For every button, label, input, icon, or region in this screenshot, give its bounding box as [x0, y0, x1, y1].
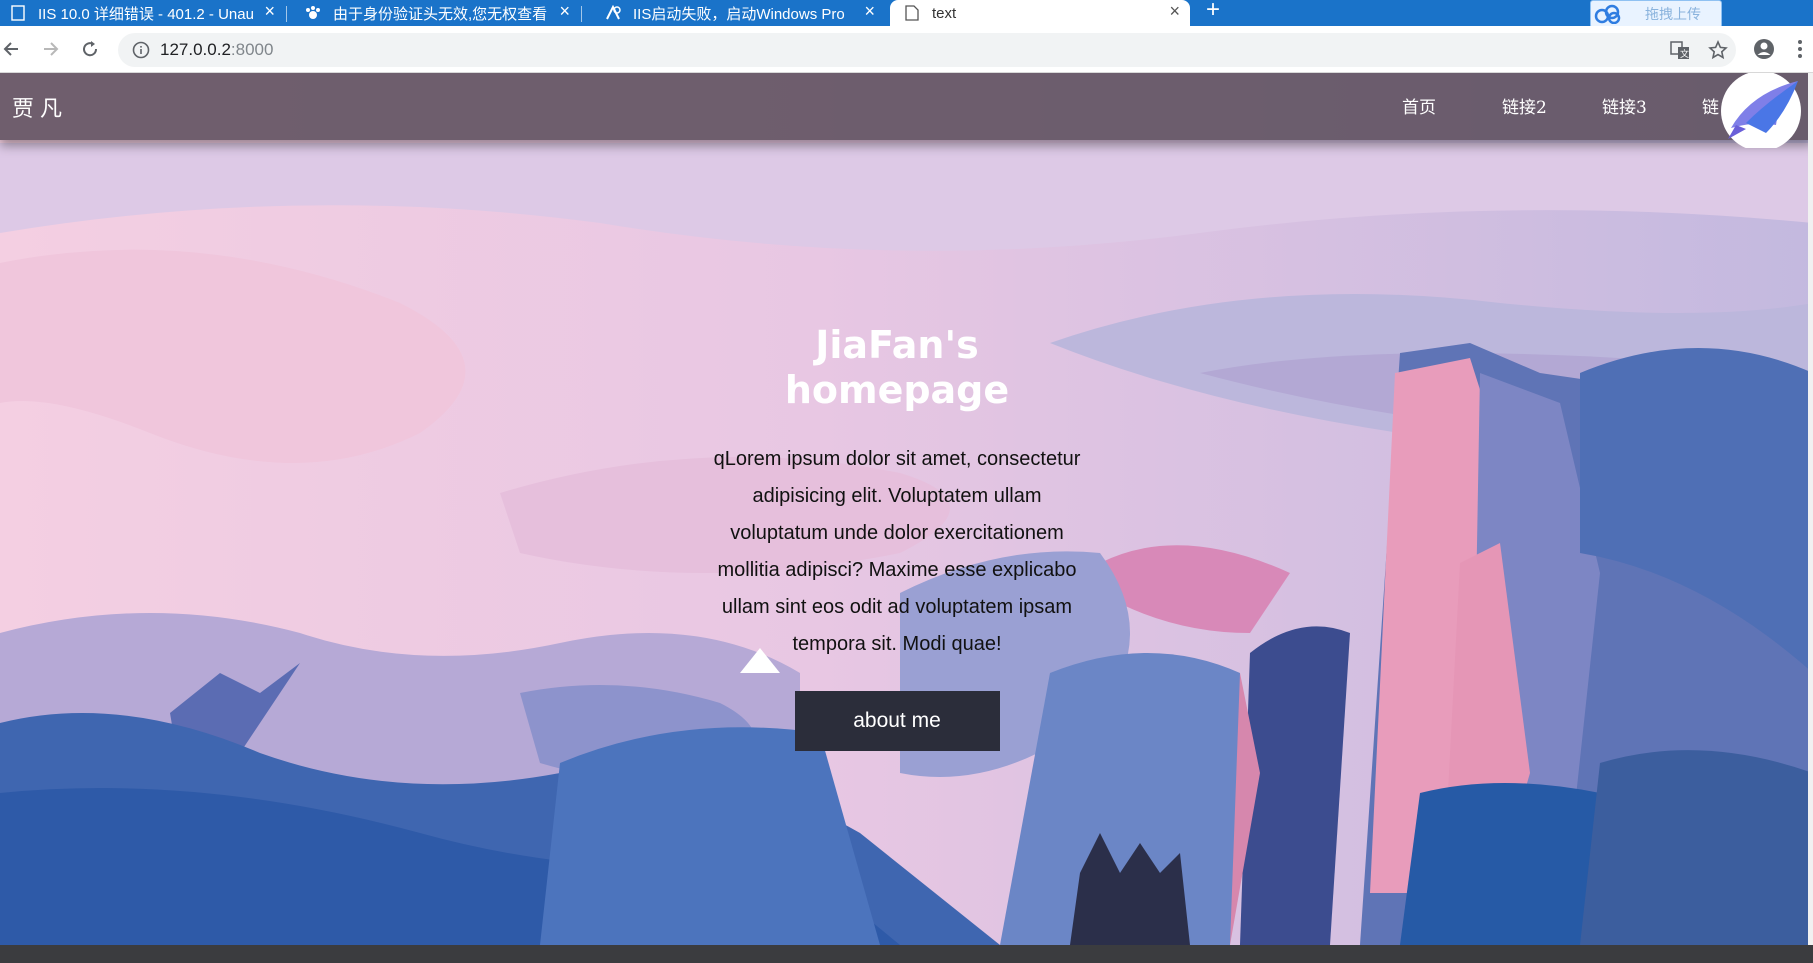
- page-icon: [10, 5, 26, 21]
- site-logo-icon: [605, 5, 621, 21]
- floating-bird-icon[interactable]: [1716, 73, 1806, 148]
- hero-section: JiaFan's homepage qLorem ipsum dolor sit…: [650, 323, 1144, 751]
- bookmark-star-icon[interactable]: [1706, 38, 1730, 62]
- browser-toolbar: 127.0.0.2:8000 文: [0, 26, 1813, 73]
- document-icon: [904, 5, 920, 21]
- forward-button[interactable]: [38, 37, 62, 61]
- about-me-button[interactable]: about me: [794, 691, 1000, 751]
- close-icon[interactable]: ×: [264, 1, 275, 21]
- nav-link-home[interactable]: 首页: [1402, 93, 1502, 118]
- svg-text:文: 文: [1680, 48, 1689, 60]
- hero-paragraph: qLorem ipsum dolor sit amet, consectetur…: [713, 448, 1081, 655]
- tab-title: text: [932, 4, 957, 22]
- tab-auth-error[interactable]: 由于身份验证头无效,您无权查看 ×: [305, 0, 582, 26]
- url-host: 127.0.0.2: [160, 40, 231, 59]
- tab-strip: IIS 10.0 详细错误 - 401.2 - Unau × 由于身份验证头无效…: [0, 0, 1813, 26]
- menu-kebab-icon[interactable]: [1788, 37, 1812, 61]
- cloud-icon: [1591, 2, 1625, 26]
- hero-title-line1: JiaFan's: [815, 323, 979, 367]
- profile-avatar-icon[interactable]: [1752, 37, 1776, 61]
- nav-link-3[interactable]: 链接3: [1602, 93, 1702, 118]
- upload-label: 拖拽上传: [1645, 6, 1701, 22]
- tab-divider: [286, 6, 287, 22]
- tab-title: IIS 10.0 详细错误 - 401.2 - Unau: [38, 5, 254, 23]
- tab-iis-start[interactable]: IIS启动失败，启动Windows Pro ×: [605, 0, 885, 26]
- back-button[interactable]: [0, 37, 24, 61]
- paw-icon: [305, 5, 321, 21]
- hero-title-line2: homepage: [784, 368, 1010, 412]
- url-text: 127.0.0.2:8000: [160, 40, 273, 60]
- scrollbar[interactable]: [1808, 73, 1813, 945]
- tab-title: 由于身份验证头无效,您无权查看: [333, 5, 548, 23]
- hero-title: JiaFan's homepage: [767, 323, 1027, 413]
- translate-icon[interactable]: 文: [1668, 38, 1692, 62]
- reload-button[interactable]: [78, 37, 102, 61]
- tab-divider: [581, 6, 582, 22]
- new-tab-button[interactable]: +: [1200, 0, 1226, 24]
- tab-title: IIS启动失败，启动Windows Pro: [633, 5, 845, 23]
- close-icon[interactable]: ×: [864, 1, 875, 21]
- site-navbar: 贾凡 首页 链接2 链接3 链: [0, 73, 1813, 140]
- below-fold-strip: [0, 945, 1813, 963]
- upload-widget[interactable]: 拖拽上传: [1590, 0, 1722, 26]
- tab-iis-error[interactable]: IIS 10.0 详细错误 - 401.2 - Unau ×: [10, 0, 287, 26]
- page-viewport: 贾凡 首页 链接2 链接3 链 JiaFan's homepage qLorem…: [0, 73, 1813, 945]
- close-icon[interactable]: ×: [559, 1, 570, 21]
- nav-link-2[interactable]: 链接2: [1502, 93, 1602, 118]
- info-icon[interactable]: [130, 39, 152, 61]
- address-bar[interactable]: 127.0.0.2:8000 文: [118, 33, 1736, 67]
- close-icon[interactable]: ×: [1169, 1, 1180, 21]
- site-brand[interactable]: 贾凡: [12, 91, 68, 123]
- url-port: :8000: [230, 40, 274, 59]
- tab-text-active[interactable]: text ×: [890, 0, 1190, 26]
